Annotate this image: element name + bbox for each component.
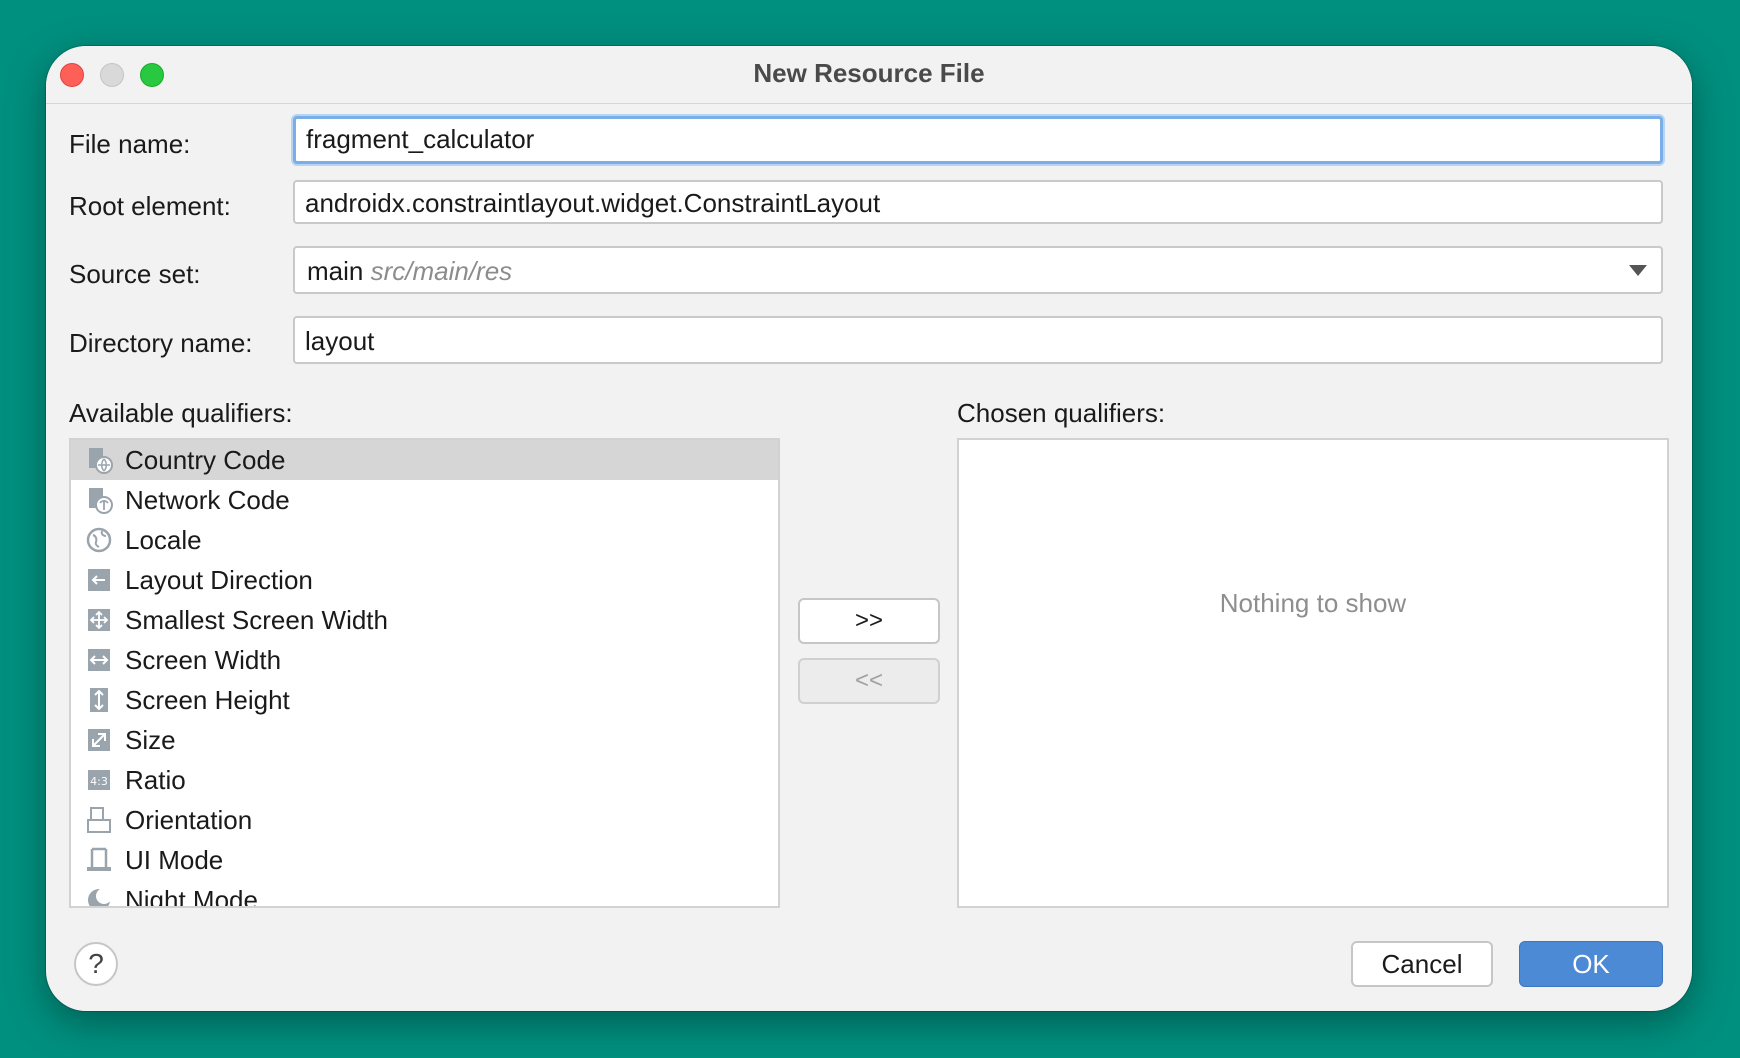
qualifier-label: Screen Width bbox=[125, 644, 282, 675]
qualifier-ui-mode[interactable]: UI Mode bbox=[71, 840, 778, 880]
ok-button[interactable]: OK bbox=[1519, 941, 1663, 987]
title-bar: New Resource File bbox=[46, 46, 1692, 104]
qualifier-country-code[interactable]: Country Code bbox=[71, 440, 778, 480]
country-code-icon bbox=[85, 446, 113, 474]
vertical-arrows-icon bbox=[85, 686, 113, 714]
source-set-value: main bbox=[307, 256, 364, 286]
orientation-icon bbox=[85, 806, 113, 834]
qualifier-label: UI Mode bbox=[125, 844, 224, 875]
file-name-value: fragment_calculator bbox=[306, 124, 535, 154]
qualifier-network-code[interactable]: Network Code bbox=[71, 480, 778, 520]
qualifier-layout-direction[interactable]: Layout Direction bbox=[71, 560, 778, 600]
qualifier-screen-width[interactable]: Screen Width bbox=[71, 640, 778, 680]
horizontal-arrows-icon bbox=[85, 646, 113, 674]
qualifier-night-mode[interactable]: Night Mode bbox=[71, 880, 778, 908]
qualifier-size[interactable]: Size bbox=[71, 720, 778, 760]
moon-icon bbox=[85, 886, 113, 906]
qualifier-label: Night Mode bbox=[125, 884, 258, 908]
ui-mode-icon bbox=[85, 846, 113, 874]
directory-name-label: Directory name: bbox=[69, 328, 253, 358]
qualifier-label: Locale bbox=[125, 524, 202, 555]
qualifier-orientation[interactable]: Orientation bbox=[71, 800, 778, 840]
qualifier-label: Size bbox=[125, 724, 176, 755]
expand-arrows-icon bbox=[85, 606, 113, 634]
chosen-qualifiers-label: Chosen qualifiers: bbox=[957, 398, 1166, 428]
qualifier-smallest-screen-width[interactable]: Smallest Screen Width bbox=[71, 600, 778, 640]
arrow-left-icon bbox=[85, 566, 113, 594]
directory-name-input[interactable]: layout bbox=[293, 316, 1663, 364]
directory-name-value: layout bbox=[305, 326, 375, 356]
ratio-icon: 4:3 bbox=[85, 766, 113, 794]
qualifier-label: Layout Direction bbox=[125, 564, 313, 595]
qualifier-label: Orientation bbox=[125, 804, 253, 835]
empty-state-text: Nothing to show bbox=[1219, 588, 1407, 618]
add-qualifier-button[interactable]: >> bbox=[798, 598, 940, 644]
help-button[interactable]: ? bbox=[74, 942, 118, 986]
network-code-icon bbox=[85, 486, 113, 514]
root-element-value: androidx.constraintlayout.widget.Constra… bbox=[305, 188, 881, 218]
file-name-label: File name: bbox=[69, 129, 191, 159]
source-set-dropdown[interactable]: main src/main/res bbox=[293, 246, 1663, 294]
qualifier-screen-height[interactable]: Screen Height bbox=[71, 680, 778, 720]
qualifier-label: Network Code bbox=[125, 484, 290, 515]
source-set-label: Source set: bbox=[69, 259, 201, 289]
globe-icon bbox=[85, 526, 113, 554]
cancel-button[interactable]: Cancel bbox=[1351, 941, 1493, 987]
qualifier-locale[interactable]: Locale bbox=[71, 520, 778, 560]
qualifier-label: Smallest Screen Width bbox=[125, 604, 388, 635]
available-qualifiers-list[interactable]: Country Code Network Code Locale Layout … bbox=[69, 438, 780, 908]
new-resource-file-dialog: New Resource File File name: fragment_ca… bbox=[46, 46, 1692, 1011]
root-element-label: Root element: bbox=[69, 191, 231, 221]
chevron-down-icon bbox=[1629, 265, 1647, 276]
source-set-path-hint: src/main/res bbox=[370, 256, 513, 286]
available-qualifiers-label: Available qualifiers: bbox=[69, 398, 293, 428]
svg-text:4:3: 4:3 bbox=[90, 775, 108, 788]
remove-qualifier-button[interactable]: << bbox=[798, 658, 940, 704]
chosen-qualifiers-list[interactable]: Nothing to show bbox=[957, 438, 1669, 908]
file-name-input[interactable]: fragment_calculator bbox=[293, 116, 1663, 164]
qualifier-ratio[interactable]: 4:3 Ratio bbox=[71, 760, 778, 800]
qualifier-label: Ratio bbox=[125, 764, 186, 795]
qualifier-label: Screen Height bbox=[125, 684, 290, 715]
dialog-title: New Resource File bbox=[753, 58, 985, 88]
diagonal-resize-icon bbox=[85, 726, 113, 754]
qualifier-label: Country Code bbox=[125, 444, 286, 475]
root-element-input[interactable]: androidx.constraintlayout.widget.Constra… bbox=[293, 180, 1663, 224]
